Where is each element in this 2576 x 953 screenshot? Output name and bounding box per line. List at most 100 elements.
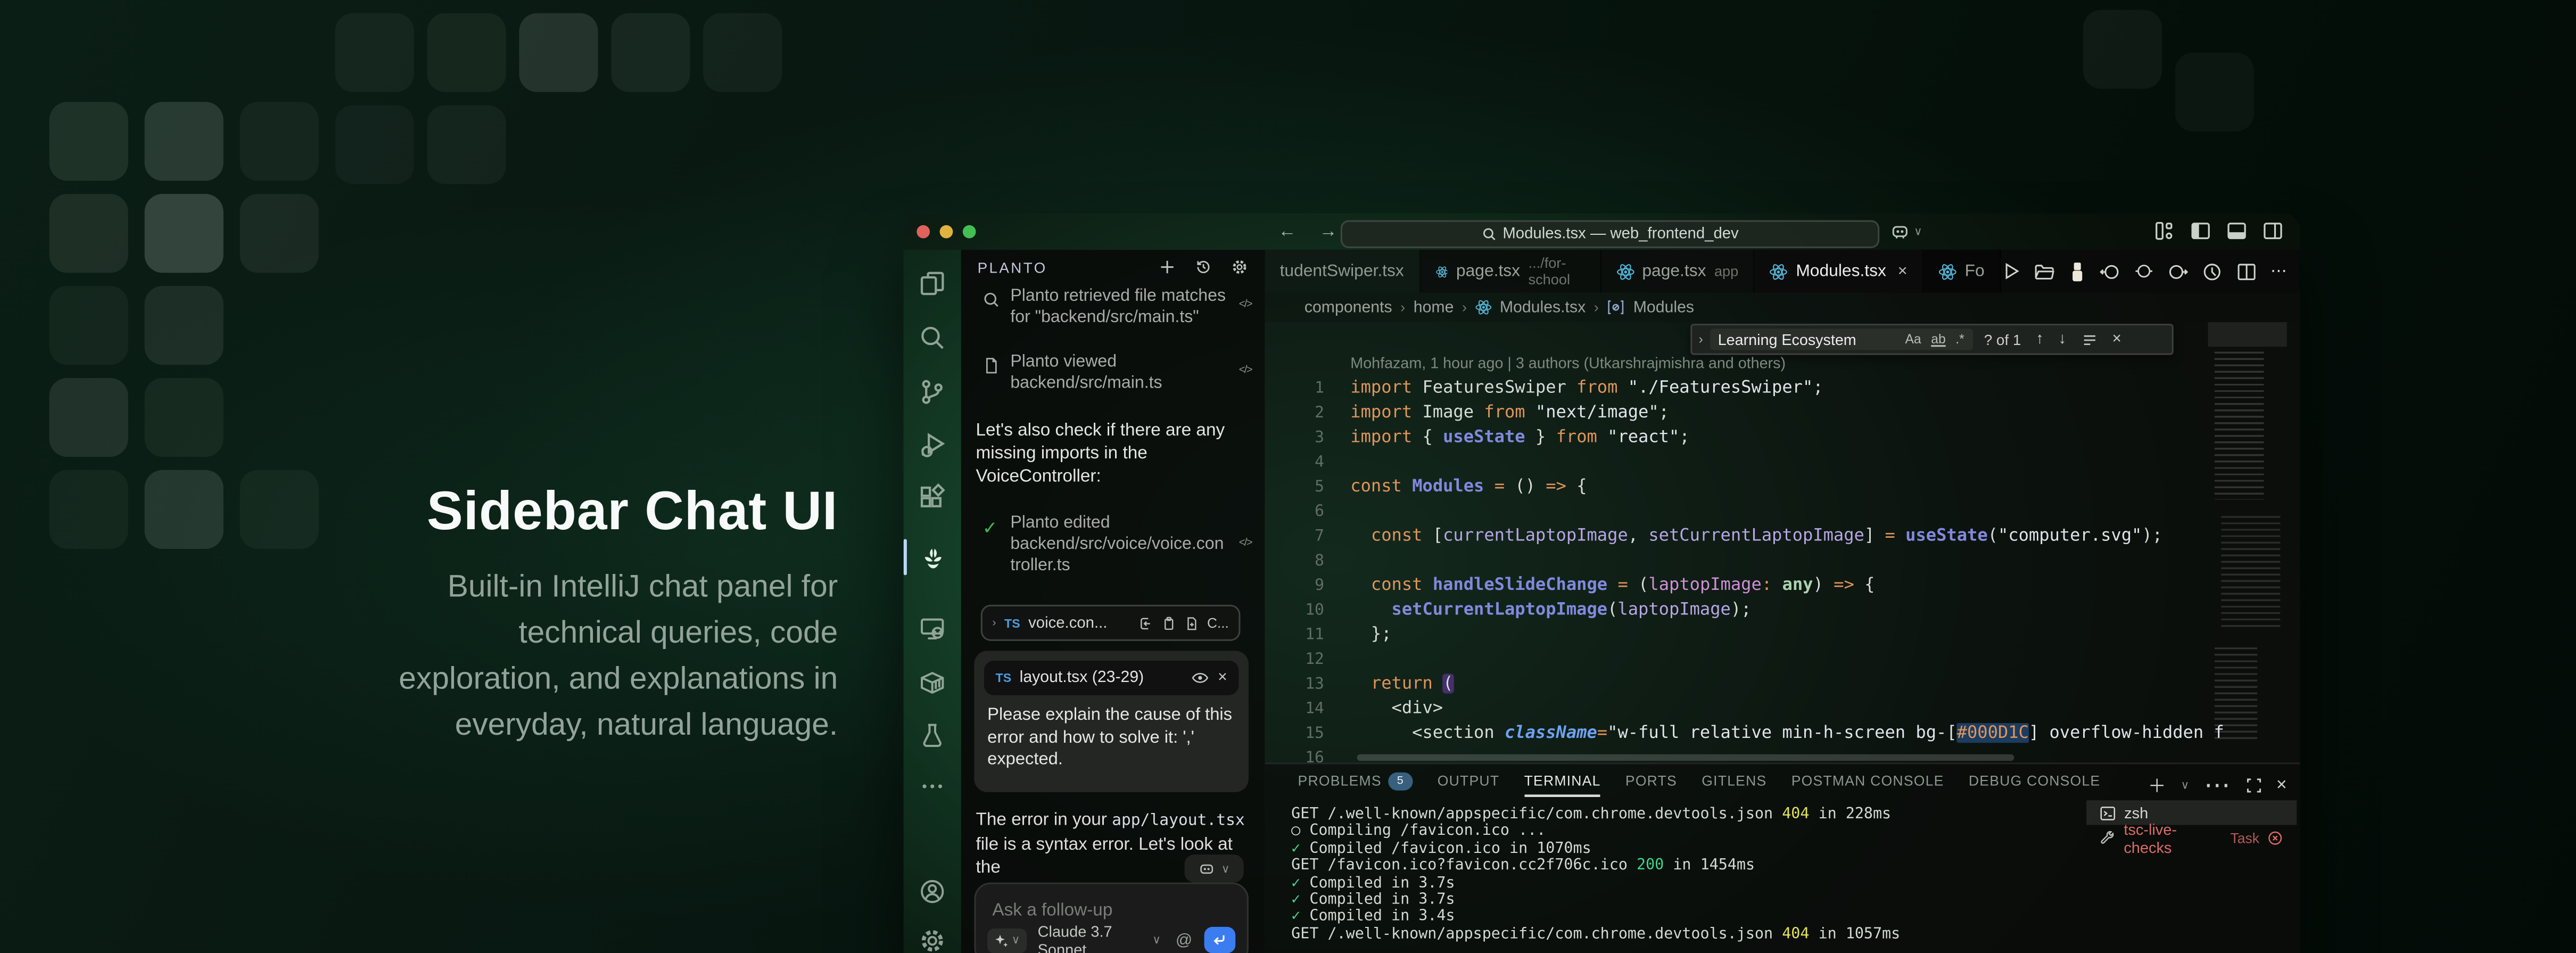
remove-attachment-icon[interactable]: × [1218,669,1227,687]
breadcrumb[interactable]: components› home› Modules.tsx› Modules [1265,292,2300,322]
panel-tab-ports[interactable]: PORTS [1625,764,1677,797]
code-icon: </> [1239,365,1252,376]
window-controls[interactable] [917,225,976,239]
extensions-icon[interactable] [918,483,946,511]
assistant-paragraph: Let's also check if there are any missin… [976,419,1225,488]
close-tab-icon[interactable]: × [1898,262,1908,280]
nav-circle-icon[interactable] [2134,261,2154,281]
tool-call-retrieved[interactable]: Planto retrieved file matchesfor "backen… [978,286,1252,328]
open-folder-icon[interactable] [2034,260,2055,282]
panel-tab-problems[interactable]: PROBLEMS5 [1298,764,1413,797]
send-button[interactable] [1204,927,1235,953]
terminal-icon [2100,804,2116,821]
maximize-window-button[interactable] [963,225,976,239]
docker-icon[interactable] [918,669,946,696]
panel-tab-terminal[interactable]: TERMINAL [1524,764,1601,797]
tab-partial[interactable]: Fo [1923,250,2001,292]
new-chat-icon[interactable] [1158,258,1176,276]
run-file-icon[interactable] [2001,261,2021,281]
file-chip-voice-controller[interactable]: › TS voice.con... C... [981,605,1241,641]
toggle-secondary-sidebar-icon[interactable] [2262,220,2283,242]
customize-layout-icon[interactable] [2154,220,2175,242]
minimize-window-button[interactable] [940,225,953,239]
whole-word-toggle[interactable]: ab [1931,332,1945,347]
minimap[interactable] [2211,322,2287,764]
eye-icon[interactable] [1192,670,1210,685]
new-file-icon[interactable] [1184,615,1199,630]
new-terminal-icon[interactable]: ＋ [2148,773,2166,799]
close-window-button[interactable] [917,225,930,239]
nav-forward-icon[interactable] [2167,260,2188,282]
regex-toggle[interactable]: .* [1955,332,1964,347]
panel-tab-debug-console[interactable]: DEBUG CONSOLE [1969,764,2101,797]
panel-tab-output[interactable]: OUTPUT [1438,764,1499,797]
insert-code-icon[interactable] [1138,615,1153,630]
tab-page-app[interactable]: page.tsxapp [1601,250,1755,292]
history-back-button[interactable]: ← [1278,222,1296,242]
find-widget[interactable]: › Learning Ecosystem Aa ab .* ? of 1 ↑ ↓… [1690,324,2174,355]
live-share-icon[interactable] [2068,260,2086,282]
terminal-line: GET /.well-known/appspecific/com.chrome.… [1291,807,1900,824]
copy-icon[interactable] [1161,615,1176,630]
timeline-icon[interactable] [2201,260,2223,282]
panel-more-icon[interactable]: ⋯ [2204,769,2230,802]
planto-view-icon[interactable] [918,543,948,572]
gear-icon[interactable] [1231,258,1249,276]
chevron-down-icon: ∨ [1221,862,1230,875]
close-panel-icon[interactable]: × [2276,776,2287,795]
code-editor[interactable]: › Learning Ecosystem Aa ab .* ? of 1 ↑ ↓… [1265,322,2300,764]
find-input[interactable]: Learning Ecosystem Aa ab .* [1710,328,1972,350]
terminal-output[interactable]: GET /.well-known/appspecific/com.chrome.… [1291,807,1900,944]
hero-subtitle: Built-in IntelliJ chat panel for technic… [246,565,838,750]
find-expand-icon[interactable]: › [1692,332,1710,347]
next-match-icon[interactable]: ↓ [2059,330,2067,348]
panel-title: PLANTO [978,260,1047,276]
run-debug-icon[interactable] [918,431,946,458]
agent-mode-widget[interactable]: ∨ [1185,855,1244,882]
copilot-menu[interactable]: ∨ [1889,220,1922,242]
history-forward-button[interactable]: → [1319,222,1337,242]
panel-tab-gitlens[interactable]: GITLENS [1702,764,1766,797]
search-view-icon[interactable] [918,324,946,351]
error-circle-icon[interactable] [2268,829,2284,845]
test-flask-icon[interactable] [918,721,946,749]
model-selector[interactable]: Claude 3.7 Sonnet ∨ [1038,922,1161,953]
mention-icon[interactable]: @ [1176,931,1192,949]
followup-input[interactable]: Ask a follow-up ∨ Claude 3.7 Sonnet ∨ @ [974,883,1248,953]
hero-title: Sidebar Chat UI [246,480,838,542]
minimap-slider[interactable] [2208,322,2287,347]
file-icon [982,357,1001,375]
tool-call-viewed[interactable]: Planto viewedbackend/src/main.ts </> [978,352,1252,395]
toggle-panel-icon[interactable] [2226,220,2248,242]
nav-back-icon[interactable] [2100,260,2121,282]
accounts-icon[interactable] [918,877,946,905]
sparkle-mode-pill[interactable]: ∨ [987,927,1026,952]
remote-explorer-icon[interactable] [918,614,946,642]
toggle-sidebar-icon[interactable] [2190,220,2211,242]
explorer-icon[interactable] [918,269,946,297]
title-bar: ← → Modules.tsx — web_frontend_dev ∨ [904,213,2300,250]
source-control-icon[interactable] [918,378,946,406]
terminal-line: ✓ Compiled in 3.7s [1291,892,1900,909]
settings-gear-icon[interactable] [918,927,946,953]
more-actions-icon[interactable]: ⋯ [2270,262,2287,280]
match-case-toggle[interactable]: Aa [1905,332,1921,347]
tab-modules-active[interactable]: Modules.tsx × [1755,250,1923,292]
attached-file-chip[interactable]: TS layout.tsx (23-29) × [984,661,1239,695]
prev-match-icon[interactable]: ↑ [2036,330,2044,348]
split-editor-icon[interactable] [2236,260,2257,282]
panel-tab-postman-console[interactable]: POSTMAN CONSOLE [1791,764,1944,797]
robot-icon [1889,220,1911,242]
command-center-search[interactable]: Modules.tsx — web_frontend_dev [1341,219,1879,247]
chevron-down-icon[interactable]: ∨ [2181,779,2189,792]
tab-studentswiper[interactable]: tudentSwiper.tsx [1265,250,1421,292]
history-icon[interactable] [1194,258,1212,276]
more-views-icon[interactable] [918,773,946,800]
tool-call-edited[interactable]: ✓ Planto editedbackend/src/voice/voice.c… [978,513,1252,577]
horizontal-scrollbar[interactable] [1357,754,2014,761]
close-find-icon[interactable]: × [2112,330,2121,348]
tab-page-for-school[interactable]: page.tsx.../for-school [1421,250,1601,292]
find-in-selection-icon[interactable] [2081,331,2098,348]
session-tsc-live-checks[interactable]: tsc-live-checks Task [2086,825,2297,850]
maximize-panel-icon[interactable] [2245,777,2261,794]
